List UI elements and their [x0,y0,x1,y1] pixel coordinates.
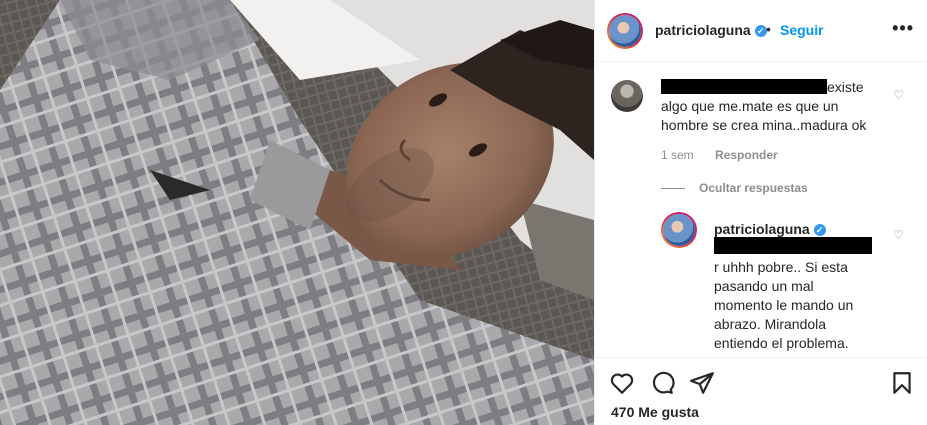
bookmark-icon[interactable] [889,370,915,396]
commenter-avatar[interactable] [611,80,643,112]
post-actions: 470 Me gusta [595,357,927,425]
author-avatar[interactable] [607,13,643,49]
divider-line [661,188,685,190]
post-photo-illustration [0,0,594,425]
author-username[interactable]: patriciolaguna ✓ [655,22,767,38]
comments-section: existe algo que me.mate es que un hombre… [595,62,927,357]
comment-like-heart-icon[interactable]: ♡ [893,88,904,102]
verified-badge-icon: ✓ [813,224,826,237]
hide-replies-toggle[interactable]: Ocultar respuestas [661,181,808,195]
redacted-username [661,79,827,94]
redacted-mention [714,237,872,254]
comment-text: existe algo que me.mate es que un hombre… [661,79,867,133]
likes-count[interactable]: 470 Me gusta [611,404,699,420]
comment-time: 1 sem [661,148,694,162]
reply-username[interactable]: patriciolaguna ✓ [714,221,826,237]
more-options-icon[interactable]: ••• [892,18,914,39]
reply-author-avatar[interactable] [661,212,697,248]
reply-button[interactable]: Responder [715,148,778,162]
post-photo [0,0,594,425]
comment-icon[interactable] [649,370,675,396]
reply-like-heart-icon[interactable]: ♡ [893,228,904,242]
reply-text: r uhhh pobre.. Si esta pasando un mal mo… [714,259,854,351]
share-icon[interactable] [689,370,715,396]
post-sidebar: patriciolaguna ✓ • Seguir ••• existe algo… [594,0,927,425]
separator-dot: • [766,21,771,37]
like-heart-icon[interactable] [609,370,635,396]
follow-button[interactable]: Seguir [780,22,824,38]
verified-badge-icon: ✓ [754,25,767,38]
comment-meta: 1 sem Responder [661,148,796,162]
post-header: patriciolaguna ✓ • Seguir ••• [595,0,927,62]
